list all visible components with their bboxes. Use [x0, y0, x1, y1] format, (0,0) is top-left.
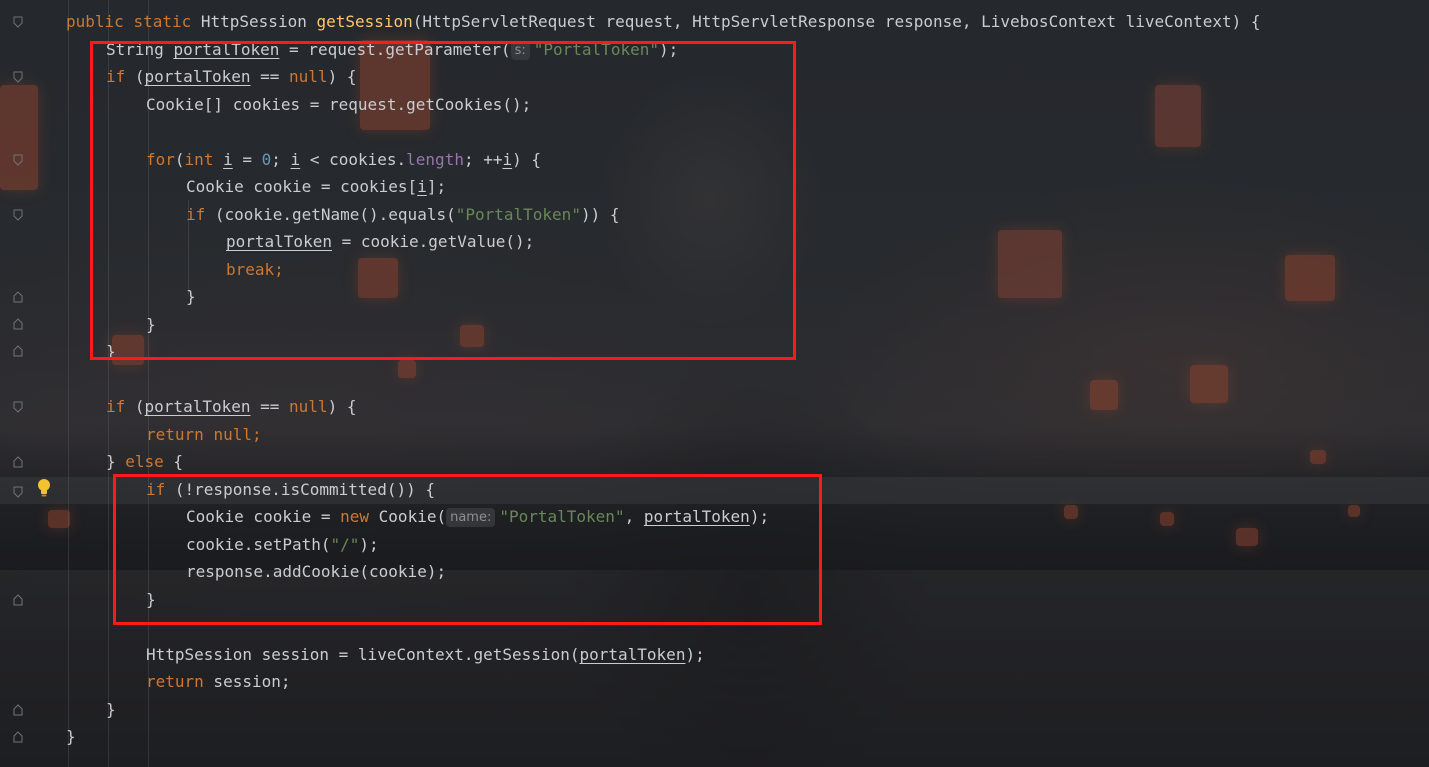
fold-marker-icon[interactable]	[13, 291, 23, 303]
code-line[interactable]: }	[66, 723, 76, 750]
fold-marker-icon[interactable]	[13, 401, 23, 413]
fold-marker-icon[interactable]	[13, 154, 23, 166]
code-token: }	[106, 700, 116, 719]
code-token: }	[106, 452, 126, 471]
code-token: }	[66, 727, 76, 746]
fold-marker-icon[interactable]	[13, 71, 23, 83]
code-token: session;	[203, 672, 291, 691]
fold-marker-icon[interactable]	[13, 731, 23, 743]
fold-marker-icon[interactable]	[13, 318, 23, 330]
fold-marker-icon[interactable]	[13, 209, 23, 221]
code-token: );	[685, 645, 705, 664]
fold-marker-icon[interactable]	[13, 456, 23, 468]
code-token: ;	[251, 425, 262, 444]
fold-marker-icon[interactable]	[13, 486, 23, 498]
code-line[interactable]: return null;	[146, 421, 262, 448]
code-line[interactable]: return session;	[146, 668, 291, 695]
code-token: HttpSession session = liveContext.getSes…	[146, 645, 580, 664]
code-line[interactable]: }	[106, 696, 116, 723]
code-token: portalToken	[579, 645, 686, 664]
code-token: public	[66, 12, 124, 31]
code-token: return	[146, 672, 204, 691]
code-line[interactable]: public static HttpSession getSession(Htt…	[66, 8, 1260, 35]
fold-marker-icon[interactable]	[13, 345, 23, 357]
lightbulb-icon[interactable]	[36, 478, 52, 498]
highlight-box-cookie-loop	[90, 41, 796, 360]
code-token: else	[125, 452, 164, 471]
code-token: return	[146, 425, 204, 444]
code-token: (HttpServletRequest request, HttpServlet…	[412, 12, 1261, 31]
indent-guide	[68, 0, 69, 767]
code-token: if	[106, 397, 126, 416]
code-token: HttpSession	[200, 12, 317, 31]
highlight-box-add-cookie	[113, 474, 822, 625]
code-token: getSession	[316, 12, 413, 31]
fold-marker-icon[interactable]	[13, 594, 23, 606]
fold-marker-icon[interactable]	[13, 16, 23, 28]
fold-marker-icon[interactable]	[13, 704, 23, 716]
code-token: portalToken	[144, 397, 251, 416]
code-line[interactable]: HttpSession session = liveContext.getSes…	[146, 641, 705, 668]
code-token: {	[163, 452, 184, 471]
code-token: static	[133, 12, 192, 31]
code-token: null	[213, 425, 252, 444]
code-token: (	[125, 397, 145, 416]
code-token: ) {	[327, 397, 357, 416]
code-line[interactable]: if (portalToken == null) {	[106, 393, 356, 420]
code-token: ==	[250, 397, 290, 416]
code-line[interactable]: } else {	[106, 448, 183, 475]
code-token: null	[289, 397, 328, 416]
